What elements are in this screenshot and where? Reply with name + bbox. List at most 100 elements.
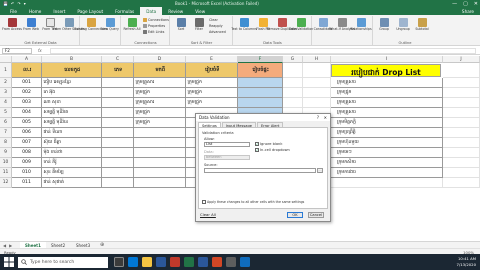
powerpoint-icon[interactable] [212,257,222,267]
table-cell[interactable] [134,168,186,178]
row-header-7[interactable]: 7 [0,128,12,138]
properties-link[interactable]: Properties [143,24,165,28]
droplist-item[interactable]: ក្រុមគ្រួសារ [331,78,443,88]
table-cell[interactable]: ក្រុមជ្រូក [186,98,238,108]
share-button[interactable]: Share [462,9,474,14]
what-if-button[interactable]: What-If Analysis [329,18,355,32]
column-header-b[interactable]: B [42,56,102,63]
table-cell[interactable] [238,78,283,88]
header-cell[interactable]: រៀបចំផ្ទះ [238,63,283,78]
empty-cell[interactable] [443,108,480,118]
windows-start-icon[interactable] [4,257,14,267]
table-cell[interactable]: ក្រុមជ្រូក [134,118,186,128]
row-header-4[interactable]: 4 [0,98,12,108]
droplist-item[interactable]: ក្រុមគ្រួសារ [331,108,443,118]
empty-cell[interactable] [443,128,480,138]
relationships-button[interactable]: Relationships [350,18,372,32]
edit-links-link[interactable]: Edit Links [143,30,164,34]
empty-cell[interactable] [443,63,480,78]
table-cell[interactable]: ធា អ៊ុង [42,88,102,98]
table-cell[interactable] [102,108,134,118]
table-cell[interactable] [102,148,134,158]
table-cell[interactable] [102,178,134,188]
data-validation-button[interactable]: Data Validation [289,18,313,32]
empty-cell[interactable] [331,178,443,188]
column-header-e[interactable]: E [186,56,238,63]
droplist-item[interactable]: ក្រុមមិត្តភក្ដិ [331,118,443,128]
customize-qa-icon[interactable]: ▾ [24,1,26,6]
droplist-item[interactable]: ក្រុមការងារ [331,168,443,178]
tab-view[interactable]: View [189,7,211,15]
sort-button[interactable]: Sort [172,18,190,32]
empty-cell[interactable] [443,178,480,188]
empty-cell[interactable] [283,98,303,108]
formula-input[interactable] [50,48,476,54]
chrome-icon[interactable] [170,257,180,267]
table-cell[interactable]: 008 [12,148,42,158]
column-header-i[interactable]: I [331,56,443,63]
ok-button[interactable]: OK [287,212,303,218]
empty-cell[interactable] [443,138,480,148]
row-header-2[interactable]: 2 [0,78,12,88]
droplist-item[interactable]: ក្រុមប្រព្រឹត្តិ [331,128,443,138]
tab-home[interactable]: Home [23,7,47,15]
row-header-9[interactable]: 9 [0,148,12,158]
refresh-all-button[interactable]: Refresh All [123,18,141,32]
empty-cell[interactable] [303,88,331,98]
header-cell[interactable]: មកពី [134,63,186,78]
redo-icon[interactable]: ↷ [17,1,20,6]
filter-button[interactable]: Filter [190,18,208,32]
empty-cell[interactable] [443,88,480,98]
table-cell[interactable]: 010 [12,168,42,178]
header-cell[interactable]: ភេទ [102,63,134,78]
existing-connections-button[interactable]: Existing Connections [74,18,108,32]
task-view-icon[interactable] [114,257,124,267]
table-cell[interactable] [102,118,134,128]
row-header-3[interactable]: 3 [0,88,12,98]
save-icon[interactable]: 💾 [3,1,8,6]
undo-icon[interactable]: ↶ [11,1,14,6]
empty-cell[interactable] [303,78,331,88]
column-header-j[interactable]: J [443,56,480,63]
tab-insert[interactable]: Insert [47,7,71,15]
subtotal-button[interactable]: Subtotal [413,18,431,32]
droplist-item[interactable]: ក្រុមគ្រួសារ [331,98,443,108]
file-explorer-icon[interactable] [142,257,152,267]
droplist-item[interactable]: ក្រុមហ៊ុនមួយ [331,138,443,148]
empty-cell[interactable] [443,78,480,88]
table-cell[interactable]: ផាន់ ទីណា [42,128,102,138]
table-cell[interactable]: 007 [12,138,42,148]
empty-cell[interactable] [303,63,331,78]
tab-file[interactable]: File [4,7,23,15]
range-select-icon[interactable]: ⬚ [317,168,323,173]
connections-link[interactable]: Connections [143,18,169,22]
row-header-12[interactable]: 12 [0,178,12,188]
table-cell[interactable] [238,98,283,108]
table-cell[interactable] [102,138,134,148]
clear-filter-link[interactable]: Clear [209,18,218,22]
table-cell[interactable]: ជៀប អេឡុន​ខ្មែរ [42,78,102,88]
droplist-item[interactable]: ក្រុមជ្រូក [331,88,443,98]
system-tray[interactable]: 10:41 AM 7/13/2020 [457,256,476,267]
row-header-8[interactable]: 8 [0,138,12,148]
in-cell-dropdown-checkbox[interactable]: ✓ [255,148,259,152]
tab-review[interactable]: Review [162,7,189,15]
table-cell[interactable] [134,178,186,188]
table-cell[interactable]: 009 [12,158,42,168]
row-header-11[interactable]: 11 [0,168,12,178]
table-cell[interactable] [134,138,186,148]
empty-cell[interactable] [283,63,303,78]
empty-cell[interactable] [443,118,480,128]
table-cell[interactable]: ក្រុមជ្រូក [186,88,238,98]
table-cell[interactable]: ចាន់ ភីរ៉ូ [42,158,102,168]
table-cell[interactable]: ក្រុមជ្រូក [134,88,186,98]
table-cell[interactable]: 005 [12,118,42,128]
allow-select[interactable]: List [204,142,250,147]
advanced-link[interactable]: Advanced [209,30,226,34]
empty-cell[interactable] [283,88,303,98]
table-cell[interactable]: សម្បត្តិ មុនីរ៉ាត [42,108,102,118]
table-cell[interactable]: 011 [12,178,42,188]
table-cell[interactable]: ណា សុខា [42,98,102,108]
edge-icon[interactable] [128,257,138,267]
table-cell[interactable]: ក្រុមគ្រួសារ [134,78,186,88]
